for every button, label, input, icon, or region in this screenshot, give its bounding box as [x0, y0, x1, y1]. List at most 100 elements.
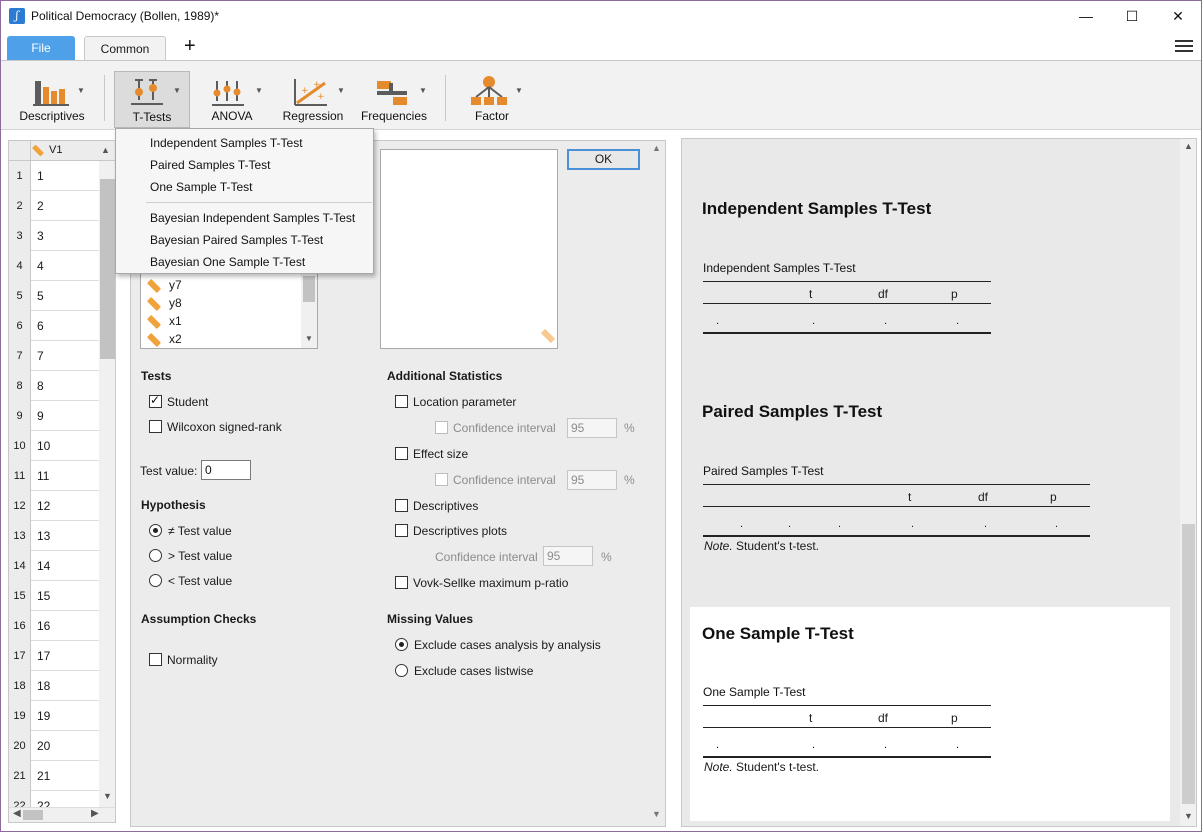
data-cell[interactable]: 3 — [37, 229, 44, 243]
data-cell[interactable]: 6 — [37, 319, 44, 333]
data-cell[interactable]: 16 — [37, 619, 50, 633]
data-cell[interactable]: 4 — [37, 259, 44, 273]
exclude-listwise-radio[interactable] — [395, 664, 408, 677]
variable-item[interactable]: x2 — [146, 332, 182, 348]
student-checkbox[interactable]: ✓ — [149, 393, 162, 408]
table-row[interactable]: 33 — [9, 221, 99, 251]
normality-checkbox[interactable] — [149, 653, 162, 666]
variable-item[interactable]: y7 — [146, 278, 182, 296]
table-row[interactable]: 44 — [9, 251, 99, 281]
data-cell[interactable]: 11 — [37, 469, 49, 483]
table-row[interactable]: 12 12 — [9, 491, 99, 521]
minimize-button[interactable]: — — [1063, 1, 1109, 32]
table-row[interactable]: 17 17 — [9, 641, 99, 671]
scroll-down-icon[interactable]: ▼ — [103, 791, 112, 801]
descriptives-button[interactable]: ▼ Descriptives — [15, 71, 89, 129]
t-tests-button[interactable]: ▼ T-Tests — [114, 71, 190, 128]
data-cell[interactable]: 1 — [37, 169, 44, 183]
regression-button[interactable]: + + + ▼ Regression — [277, 71, 349, 129]
table-row[interactable]: 99 — [9, 401, 99, 431]
data-cell[interactable]: 10 — [37, 439, 50, 453]
table-row[interactable]: 21 21 — [9, 761, 99, 791]
data-cell[interactable]: 2 — [37, 199, 44, 213]
table-row[interactable]: 77 — [9, 341, 99, 371]
row-number: 13 — [9, 521, 31, 551]
effect-size-checkbox[interactable] — [395, 447, 408, 460]
plots-ci-input[interactable]: 95 — [543, 546, 593, 566]
variable-item[interactable]: x1 — [146, 314, 182, 332]
one-sample-table-title: One Sample T-Test — [703, 685, 806, 699]
test-value-input[interactable]: 0 — [201, 460, 251, 480]
table-row[interactable]: 20 20 — [9, 731, 99, 761]
table-row[interactable]: 22 — [9, 191, 99, 221]
wilcoxon-checkbox[interactable] — [149, 420, 162, 433]
menu-item-bayesian-one-sample-t-test[interactable]: Bayesian One Sample T-Test — [150, 255, 305, 269]
data-cell[interactable]: 14 — [37, 559, 50, 573]
table-row[interactable]: 11 11 — [9, 461, 99, 491]
data-cell[interactable]: 7 — [37, 349, 44, 363]
table-row[interactable]: 15 15 — [9, 581, 99, 611]
table-row[interactable]: 66 — [9, 311, 99, 341]
data-cell[interactable]: 18 — [37, 679, 50, 693]
options-scrollbar[interactable]: ▲ ▼ — [649, 141, 664, 825]
table-row[interactable]: 13 13 — [9, 521, 99, 551]
scroll-up-icon[interactable]: ▲ — [101, 145, 110, 155]
data-cell[interactable]: 15 — [37, 589, 50, 603]
data-cell[interactable]: 19 — [37, 709, 50, 723]
location-parameter-checkbox[interactable] — [395, 395, 408, 408]
data-cell[interactable]: 9 — [37, 409, 44, 423]
data-cell[interactable]: 21 — [37, 769, 50, 783]
target-variables-box[interactable] — [380, 149, 558, 349]
hypothesis-lt-radio[interactable] — [149, 574, 162, 587]
table-row[interactable]: 16 16 — [9, 611, 99, 641]
ok-button[interactable]: OK — [567, 149, 640, 170]
menu-item-bayesian-paired-t-test[interactable]: Bayesian Paired Samples T-Test — [150, 233, 323, 247]
menu-item-one-sample-t-test[interactable]: One Sample T-Test — [150, 180, 253, 194]
exclude-analysis-radio[interactable] — [395, 638, 408, 651]
hypothesis-ne-radio[interactable] — [149, 524, 162, 537]
anova-label: ANOVA — [211, 109, 253, 123]
menu-item-paired-t-test[interactable]: Paired Samples T-Test — [150, 158, 271, 172]
data-cell[interactable]: 20 — [37, 739, 50, 753]
grid-vertical-scrollbar[interactable] — [99, 161, 115, 810]
data-cell[interactable]: 8 — [37, 379, 44, 393]
table-row[interactable]: 55 — [9, 281, 99, 311]
menu-item-independent-t-test[interactable]: Independent Samples T-Test — [150, 136, 303, 150]
column-header-v1[interactable]: V1 — [31, 144, 62, 157]
data-cell[interactable]: 17 — [37, 649, 50, 663]
menu-item-bayesian-independent-t-test[interactable]: Bayesian Independent Samples T-Test — [150, 211, 355, 225]
maximize-button[interactable]: ☐ — [1109, 1, 1155, 32]
descriptives-plots-checkbox[interactable] — [395, 524, 408, 537]
table-row[interactable]: 18 18 — [9, 671, 99, 701]
location-ci-input[interactable]: 95 — [567, 418, 617, 438]
table-row[interactable]: 14 14 — [9, 551, 99, 581]
add-module-button[interactable]: + — [184, 34, 196, 58]
data-cell[interactable]: 5 — [37, 289, 44, 303]
descriptives-checkbox[interactable] — [395, 499, 408, 512]
column-p: p — [951, 711, 958, 725]
table-row[interactable]: 10 10 — [9, 431, 99, 461]
column-t: t — [809, 711, 813, 725]
vovk-sellke-checkbox[interactable] — [395, 576, 408, 589]
frequencies-button[interactable]: ▼ Frequencies — [357, 71, 431, 129]
data-cell[interactable]: 12 — [37, 499, 50, 513]
tab-file[interactable]: File — [7, 36, 75, 60]
table-row[interactable]: 11 — [9, 161, 99, 191]
variable-item[interactable]: y8 — [146, 296, 182, 314]
hamburger-menu-icon[interactable] — [1175, 40, 1193, 54]
effect-ci-checkbox[interactable] — [435, 473, 448, 486]
close-button[interactable]: ✕ — [1155, 1, 1201, 32]
results-scrollbar[interactable]: ▲ ▼ — [1180, 139, 1196, 826]
location-ci-checkbox[interactable] — [435, 421, 448, 434]
data-cell[interactable]: 13 — [37, 529, 50, 543]
factor-button[interactable]: ▼ Factor — [459, 71, 525, 129]
effect-ci-input[interactable]: 95 — [567, 470, 617, 490]
table-row[interactable]: 88 — [9, 371, 99, 401]
grid-horizontal-scrollbar[interactable]: ◀ ▶ — [9, 807, 115, 822]
table-row[interactable]: 19 19 — [9, 701, 99, 731]
tab-common[interactable]: Common — [84, 36, 166, 62]
anova-button[interactable]: ▼ ANOVA — [198, 71, 266, 129]
hypothesis-gt-radio[interactable] — [149, 549, 162, 562]
table-rule — [703, 727, 991, 728]
data-grid[interactable]: V1 ▲ 1 1 2 2 3 3 4 4 5 5 6 6 7 7 8 8 9 9 10 10 11 11 12 12 13 13 1… — [8, 140, 116, 823]
